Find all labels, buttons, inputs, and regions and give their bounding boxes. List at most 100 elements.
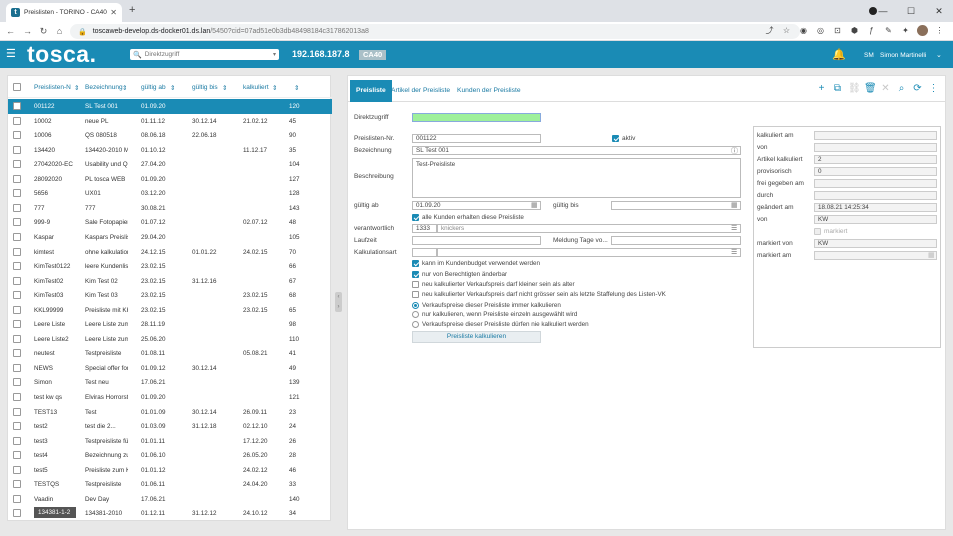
puzzle-icon[interactable]: ✦ [900,25,911,36]
calendar-icon[interactable]: ▦ [531,201,538,209]
chevron-down-icon[interactable]: ▾ [273,51,276,58]
row-checkbox[interactable] [13,465,21,474]
radio-nie-kalkulieren[interactable] [412,321,419,328]
table-row[interactable]: kimtest ohne kalkulation 24.12.15 01.01.22 2… [8,245,332,260]
row-checkbox[interactable] [13,203,21,212]
table-row[interactable]: 10002 neue PL 01.11.12 30.12.14 21.02.12 45 [8,114,332,129]
row-checkbox[interactable] [13,451,21,460]
table-row[interactable]: 10006 QS 080518 08.06.18 22.06.18 90 [8,128,332,143]
row-checkbox[interactable] [13,363,21,372]
row-checkbox[interactable] [13,291,21,300]
table-row[interactable]: Vaadin Dev Day 17.06.21 140 [8,492,332,507]
table-row[interactable]: 134381-1-2 134381-2010 01.12.11 31.12.12 24.… [8,506,332,521]
delete-icon[interactable]: 🗑 [864,83,877,94]
table-row[interactable]: test5 Preisliste zum K 01.01.12 24.02.12 46 [8,463,332,478]
radio-immer-kalkulieren[interactable] [412,302,419,309]
bookmark-star-icon[interactable]: ☆ [781,25,792,36]
beschreibung-textarea[interactable]: Test-Preisliste [412,158,741,198]
more-vertical-icon[interactable]: ⋮ [928,83,939,94]
forward-icon[interactable]: → [20,26,35,36]
extension-e-icon[interactable]: ✎ [883,25,894,36]
back-icon[interactable]: ← [3,26,18,36]
verantwortlich-name-field[interactable]: knickers [437,224,741,233]
browser-tab[interactable]: t Preislisten - TORINO - CA40 - Si... ✕ [6,3,122,22]
sort-icon[interactable]: ⇕ [170,84,175,92]
vk-kleiner-checkbox[interactable] [412,281,419,288]
table-row[interactable]: 777 777 30.08.21 143 [8,201,332,216]
header-kalkuliert[interactable]: kalkuliert [243,84,269,91]
table-row[interactable]: test kw qs Elviras Horrorst 01.09.20 121 [8,390,332,405]
share-icon[interactable]: ⤴ [764,25,775,36]
list-picker-icon[interactable]: ☰ [731,224,737,232]
sort-icon[interactable]: ⇕ [122,84,127,92]
table-row[interactable]: 28092020 PL tosca WEB 01.09.20 127 [8,172,332,187]
table-row[interactable]: 001122 SL Test 001 01.09.20 120 [8,99,332,114]
extension-b-icon[interactable]: ◎ [815,25,826,36]
berechtigte-checkbox[interactable] [412,271,419,278]
table-row[interactable]: 5656 UX01 03.12.20 128 [8,186,332,201]
row-checkbox[interactable] [13,422,21,431]
table-row[interactable]: TESTQS Testpreisliste 01.06.11 24.04.20 33 [8,477,332,492]
row-checkbox[interactable] [13,407,21,416]
row-checkbox[interactable] [13,349,21,358]
alle-kunden-checkbox[interactable] [412,214,419,221]
hamburger-menu-icon[interactable]: ☰ [6,49,16,60]
meldung-tage-field[interactable] [611,236,741,245]
table-row[interactable]: Kaspar Kaspars Preislis 29.04.20 105 [8,230,332,245]
minimize-icon[interactable]: — [869,0,897,22]
table-row[interactable]: neutest Testpreisliste 01.08.11 05.08.21 41 [8,346,332,361]
kundenbudget-checkbox[interactable] [412,260,419,267]
table-row[interactable]: 134420 134420-2010 Mi 01.10.12 11.12.17 35 [8,143,332,158]
bezeichnung-field[interactable]: SL Test 001 [412,146,741,155]
sort-icon[interactable]: ⇕ [272,84,277,92]
sort-icon[interactable]: ⇕ [222,84,227,92]
panel-splitter[interactable]: ‹ › [335,292,342,312]
vk-staffelung-checkbox[interactable] [412,291,419,298]
header-gueltig-ab[interactable]: gültig ab [141,84,166,91]
row-checkbox[interactable] [13,262,21,271]
table-row[interactable]: Simon Test neu 17.06.21 139 [8,375,332,390]
row-checkbox[interactable] [13,276,21,285]
table-row[interactable]: KimTest0122 leere Kundenlist 23.02.15 66 [8,259,332,274]
table-row[interactable]: test4 Bezeichnung zu 01.06.10 26.05.20 28 [8,448,332,463]
select-all-checkbox[interactable] [13,83,21,91]
new-tab-button[interactable]: + [129,4,135,16]
preislisten-nr-field[interactable]: 001122 [412,134,541,143]
extension-a-icon[interactable]: ◉ [798,25,809,36]
header-preislisten-nr[interactable]: Preislisten-N [34,84,74,91]
row-checkbox[interactable] [13,174,21,183]
search-icon[interactable]: ⌕ [896,83,907,94]
close-tab-icon[interactable]: ✕ [110,8,117,17]
row-checkbox[interactable] [13,218,21,227]
calendar-icon[interactable]: ▦ [731,201,738,209]
extension-d-icon[interactable]: ⬢ [849,25,860,36]
header-gueltig-bis[interactable]: gültig bis [192,84,218,91]
table-row[interactable]: KimTest02 Kim Test 02 23.02.15 31.12.16 67 [8,274,332,289]
gueltig-ab-field[interactable]: 01.09.20 [412,201,541,210]
row-checkbox[interactable] [13,320,21,329]
row-checkbox[interactable] [13,232,21,241]
user-menu-chevron-icon[interactable]: ⌄ [936,51,942,59]
table-row[interactable]: KKL99999 Preisliste mit KK 23.02.15 23.02.1… [8,303,332,318]
row-checkbox[interactable] [13,393,21,401]
sort-icon[interactable]: ⇕ [74,84,79,92]
reload-icon[interactable]: ↻ [36,26,51,37]
laufzeit-field[interactable] [412,236,541,245]
row-checkbox[interactable] [13,334,21,343]
table-row[interactable]: Leere Liste Leere Liste zum 28.11.19 98 [8,317,332,332]
preisliste-kalkulieren-button[interactable]: Preisliste kalkulieren [412,331,541,343]
row-checkbox[interactable] [13,160,21,169]
sort-icon[interactable]: ⇕ [294,84,299,92]
kalkulationsart-code-field[interactable] [412,248,437,257]
add-icon[interactable]: + [816,83,827,94]
list-picker-icon[interactable]: ☰ [731,248,737,256]
table-row[interactable]: 27042020-EC Usability und QS 27.04.20 104 [8,157,332,172]
table-row[interactable]: TEST13 Test 01.01.09 30.12.14 26.09.11 23 [8,405,332,420]
profile-avatar[interactable] [917,25,928,36]
gueltig-bis-field[interactable] [611,201,741,210]
header-bezeichnung[interactable]: Bezeichnung [85,84,123,91]
extension-c-icon[interactable]: ⊡ [832,25,843,36]
verantwortlich-nr-field[interactable]: 1333 [412,224,437,233]
bell-icon[interactable]: 🔔 [832,48,846,61]
copy-icon[interactable]: ⧉ [832,83,843,94]
